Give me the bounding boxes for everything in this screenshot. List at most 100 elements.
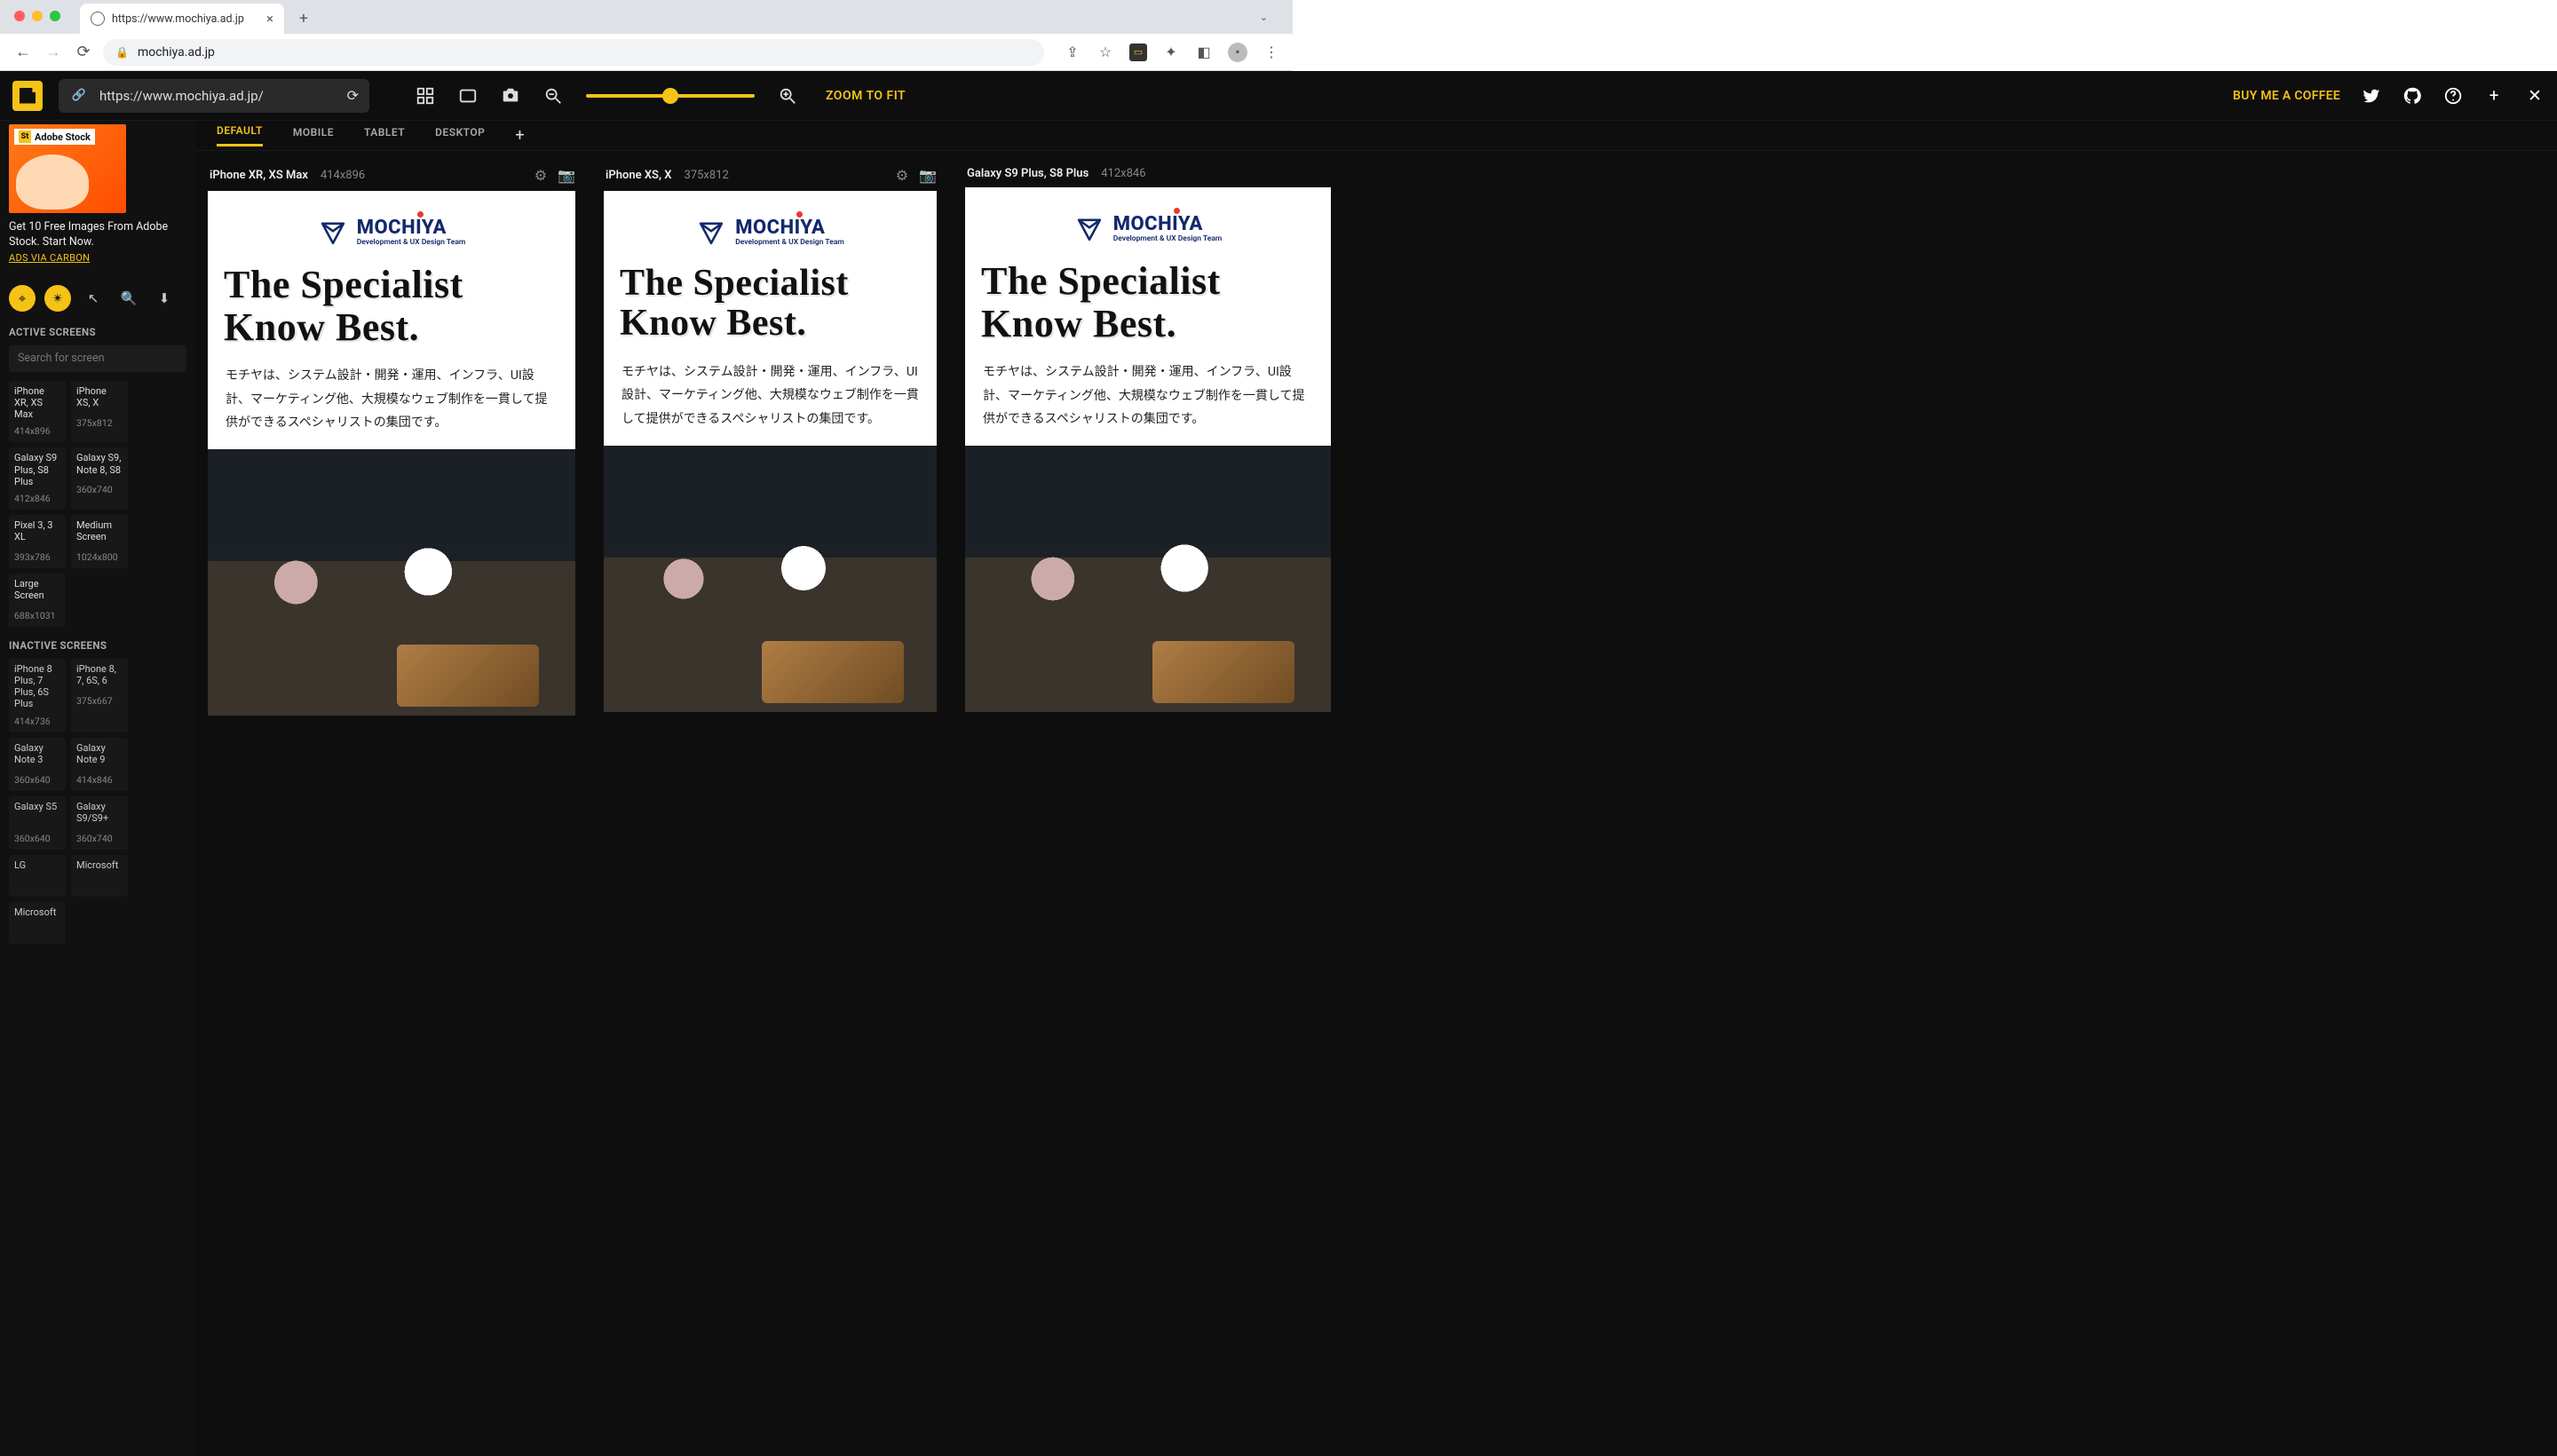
add-icon[interactable]: + bbox=[2484, 86, 2504, 106]
screen-chip[interactable]: Galaxy Note 3360x640 bbox=[9, 738, 66, 791]
app-reload-icon[interactable]: ⟳ bbox=[347, 87, 359, 104]
inactive-screens-list: iPhone 8 Plus, 7 Plus, 6S Plus414x736iPh… bbox=[9, 659, 186, 944]
hero-heading: The Specialist Know Best. bbox=[604, 264, 937, 344]
site-logo: MOCHIYADevelopment & UX Design Team bbox=[696, 218, 844, 248]
tab-tablet[interactable]: TABLET bbox=[364, 126, 405, 146]
extension-responsively-icon[interactable]: ▭ bbox=[1129, 44, 1147, 61]
ad-badge: StAdobe Stock bbox=[14, 129, 95, 145]
gear-icon[interactable]: ⚙ bbox=[896, 167, 908, 184]
bookmark-star-icon[interactable]: ☆ bbox=[1096, 44, 1114, 61]
chip-dim: 360x740 bbox=[76, 484, 123, 495]
twitter-icon[interactable] bbox=[2362, 86, 2381, 106]
app-logo[interactable] bbox=[12, 81, 43, 111]
help-icon[interactable] bbox=[2443, 86, 2463, 106]
screen-chip[interactable]: Galaxy S5360x640 bbox=[9, 796, 66, 850]
chip-dim: 360x640 bbox=[14, 774, 60, 786]
preview-frame[interactable]: MOCHIYADevelopment & UX Design Team The S… bbox=[604, 191, 937, 712]
browser-toolbar: ← → ⟳ 🔒 mochiya.ad.jp ⇪ ☆ ▭ ✦ ◧ • ⋮ bbox=[0, 34, 1293, 71]
gear-icon[interactable]: ⚙ bbox=[534, 167, 547, 184]
download-icon[interactable]: ⬇ bbox=[151, 285, 178, 312]
github-icon[interactable] bbox=[2403, 86, 2422, 106]
profile-avatar[interactable]: • bbox=[1228, 43, 1247, 62]
app-url-input[interactable]: 🔗 https://www.mochiya.ad.jp/ ⟳ bbox=[59, 79, 369, 113]
kebab-menu-icon[interactable]: ⋮ bbox=[1263, 44, 1280, 61]
carbon-ad[interactable]: StAdobe Stock Get 10 Free Images From Ad… bbox=[9, 124, 186, 264]
chip-name: iPhone 8, 7, 6S, 6 bbox=[76, 663, 123, 690]
chip-name: Medium Screen bbox=[76, 519, 123, 546]
sidepanel-icon[interactable]: ◧ bbox=[1195, 44, 1213, 61]
preview-name: Galaxy S9 Plus, S8 Plus bbox=[967, 167, 1089, 180]
screen-chip[interactable]: Galaxy Note 9414x846 bbox=[71, 738, 128, 791]
chip-name: LG bbox=[14, 859, 60, 886]
extensions-icon[interactable]: ✦ bbox=[1162, 44, 1180, 61]
ad-via-link[interactable]: ADS VIA CARBON bbox=[9, 252, 186, 264]
screen-chip[interactable]: Large Screen688x1031 bbox=[9, 574, 66, 627]
chip-name: Microsoft bbox=[14, 906, 60, 933]
inspector-icon[interactable]: ✴ bbox=[44, 285, 71, 312]
screen-chip[interactable]: Medium Screen1024x800 bbox=[71, 515, 128, 568]
screen-chip[interactable]: Galaxy S9 Plus, S8 Plus412x846 bbox=[9, 447, 66, 510]
close-tab-icon[interactable]: × bbox=[266, 11, 273, 27]
search-tool-icon[interactable]: 🔍 bbox=[115, 285, 142, 312]
site-logo: MOCHIYADevelopment & UX Design Team bbox=[318, 218, 466, 248]
screen-chip[interactable]: LG bbox=[9, 855, 66, 897]
hero-body: モチヤは、システム設計・開発・運用、インフラ、UI設計、マーケティング他、大規模… bbox=[208, 348, 575, 449]
maximize-window-icon[interactable] bbox=[50, 11, 60, 21]
chip-dim: 688x1031 bbox=[14, 610, 60, 621]
window-controls bbox=[14, 11, 60, 21]
reload-button[interactable]: ⟳ bbox=[73, 43, 94, 61]
chip-name: iPhone XS, X bbox=[76, 385, 123, 412]
hero-body: モチヤは、システム設計・開発・運用、インフラ、UI設計、マーケティング他、大規模… bbox=[604, 344, 937, 446]
screenshot-icon[interactable] bbox=[501, 86, 520, 106]
preview-frame[interactable]: MOCHIYADevelopment & UX Design TeamThe S… bbox=[965, 187, 1331, 712]
tab-mobile[interactable]: MOBILE bbox=[293, 126, 334, 146]
screen-chip[interactable]: Galaxy S9/S9+360x740 bbox=[71, 796, 128, 850]
screen-chip[interactable]: iPhone XR, XS Max414x896 bbox=[9, 381, 66, 443]
chip-name: Galaxy Note 9 bbox=[76, 742, 123, 769]
camera-icon[interactable]: 📷 bbox=[919, 167, 937, 184]
grid-view-icon[interactable] bbox=[416, 86, 435, 106]
screen-chip[interactable]: Microsoft bbox=[71, 855, 128, 897]
zoom-slider[interactable] bbox=[586, 94, 755, 98]
cursor-icon[interactable]: ↖ bbox=[80, 285, 107, 312]
add-preset-icon[interactable]: + bbox=[515, 126, 524, 145]
browser-right-icons: ⇪ ☆ ▭ ✦ ◧ • ⋮ bbox=[1064, 43, 1280, 62]
chip-name: Galaxy S9, Note 8, S8 bbox=[76, 452, 123, 479]
tab-desktop[interactable]: DESKTOP bbox=[435, 126, 485, 146]
preview-frame[interactable]: MOCHIYADevelopment & UX Design Team The S… bbox=[208, 191, 575, 716]
back-button[interactable]: ← bbox=[12, 43, 34, 61]
share-icon[interactable]: ⇪ bbox=[1064, 44, 1081, 61]
zoom-in-icon[interactable] bbox=[778, 86, 797, 106]
screen-chip[interactable]: Galaxy S9, Note 8, S8 360x740 bbox=[71, 447, 128, 510]
zoom-to-fit-button[interactable]: ZOOM TO FIT bbox=[826, 89, 906, 103]
screen-chip[interactable]: iPhone 8, 7, 6S, 6375x667 bbox=[71, 659, 128, 732]
active-screens-heading: ACTIVE SCREENS bbox=[9, 326, 186, 338]
tab-default[interactable]: DEFAULT bbox=[217, 124, 263, 146]
zoom-out-icon[interactable] bbox=[543, 86, 563, 106]
camera-icon[interactable]: 📷 bbox=[558, 167, 575, 184]
address-text: mochiya.ad.jp bbox=[138, 45, 215, 59]
chip-name: iPhone 8 Plus, 7 Plus, 6S Plus bbox=[14, 663, 60, 710]
address-bar[interactable]: 🔒 mochiya.ad.jp bbox=[103, 39, 1044, 66]
screen-chip[interactable]: Pixel 3, 3 XL393x786 bbox=[9, 515, 66, 568]
chip-dim: 375x812 bbox=[76, 417, 123, 429]
screen-chip[interactable]: iPhone XS, X 375x812 bbox=[71, 381, 128, 443]
close-panel-icon[interactable]: ✕ bbox=[2525, 86, 2545, 106]
single-view-icon[interactable] bbox=[458, 86, 478, 106]
sidebar: StAdobe Stock Get 10 Free Images From Ad… bbox=[0, 71, 195, 1456]
preview-header: iPhone XR, XS Max414x896⚙📷 bbox=[210, 167, 575, 184]
screen-chip[interactable]: iPhone 8 Plus, 7 Plus, 6S Plus414x736 bbox=[9, 659, 66, 732]
close-window-icon[interactable] bbox=[14, 11, 25, 21]
tabs-overflow-icon[interactable]: ⌄ bbox=[1260, 12, 1268, 23]
scroll-sync-icon[interactable]: ⌖ bbox=[9, 285, 36, 312]
search-screen-input[interactable] bbox=[9, 345, 186, 372]
new-tab-button[interactable]: + bbox=[291, 6, 316, 31]
buy-me-a-coffee-link[interactable]: BUY ME A COFFEE bbox=[2233, 89, 2340, 103]
browser-tab[interactable]: https://www.mochiya.ad.jp × bbox=[80, 4, 284, 34]
minimize-window-icon[interactable] bbox=[32, 11, 43, 21]
screen-chip[interactable]: Microsoft bbox=[9, 902, 66, 944]
diamond-icon bbox=[696, 218, 726, 248]
preview-name: iPhone XS, X bbox=[606, 169, 672, 182]
device-preview: iPhone XS, X375x812⚙📷MOCHIYADevelopment … bbox=[604, 163, 937, 716]
hero-heading: The Specialist Know Best. bbox=[208, 264, 575, 348]
